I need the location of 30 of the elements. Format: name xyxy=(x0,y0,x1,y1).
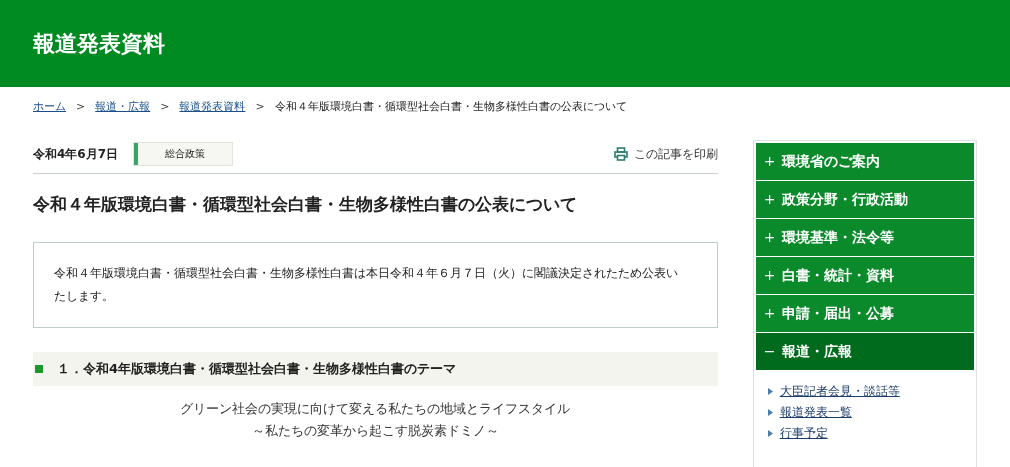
printer-icon xyxy=(613,146,628,161)
sidebar-menu-item[interactable]: + 環境基準・法令等 xyxy=(755,219,974,257)
sidebar-menu-item[interactable]: + 政策分野・行政活動 xyxy=(755,181,974,219)
theme-text: グリーン社会の実現に向けて変える私たちの地域とライフスタイル xyxy=(180,399,571,418)
sidebar-sublink[interactable]: 大臣記者会見・談話等 xyxy=(779,381,900,401)
square-bullet-icon xyxy=(35,364,43,373)
triangle-bullet-icon xyxy=(767,408,773,416)
breadcrumb-link[interactable]: 報道発表資料 xyxy=(179,98,246,116)
sidebar-sublink[interactable]: 行事予定 xyxy=(779,423,828,443)
category-tag: 総合政策 xyxy=(134,142,233,165)
theme-text: ～私たちの変革から起こす脱炭素ドミノ～ xyxy=(251,421,499,440)
page-title: 報道発表資料 xyxy=(33,30,165,58)
article-title: 令和４年版環境白書・循環型社会白書・生物多様性白書の公表について xyxy=(33,193,578,216)
sidebar-menu-item[interactable]: + 環境省のご案内 xyxy=(755,143,974,181)
print-link[interactable]: この記事を印刷 xyxy=(633,144,718,163)
breadcrumb-separator: > xyxy=(160,98,170,115)
article-date: 令和4年6月7日 xyxy=(33,145,119,163)
sidebar-menu-item[interactable]: + 申請・届出・公募 xyxy=(755,295,974,333)
breadcrumb-separator: > xyxy=(76,98,86,115)
triangle-bullet-icon xyxy=(767,429,773,437)
breadcrumb-current: 令和４年版環境白書・循環型社会白書・生物多様性白書の公表について xyxy=(274,98,627,115)
breadcrumb-link[interactable]: ホーム xyxy=(33,98,66,116)
triangle-bullet-icon xyxy=(767,387,773,395)
sidebar-menu-item[interactable]: + 白書・統計・資料 xyxy=(755,257,974,295)
sidebar-sublink[interactable]: 報道発表一覧 xyxy=(779,402,852,422)
breadcrumb-link[interactable]: 報道・広報 xyxy=(95,98,151,116)
breadcrumb-separator: > xyxy=(255,98,265,115)
section-heading: １．令和4年版環境白書・循環型社会白書・生物多様性白書のテーマ xyxy=(57,359,457,378)
summary-text: 令和４年版環境白書・循環型社会白書・生物多様性白書は本日令和４年６月７日（火）に閣議決定されたため公表いたします。 xyxy=(54,263,679,305)
sidebar-menu-item[interactable]: − 報道・広報 xyxy=(755,333,974,371)
